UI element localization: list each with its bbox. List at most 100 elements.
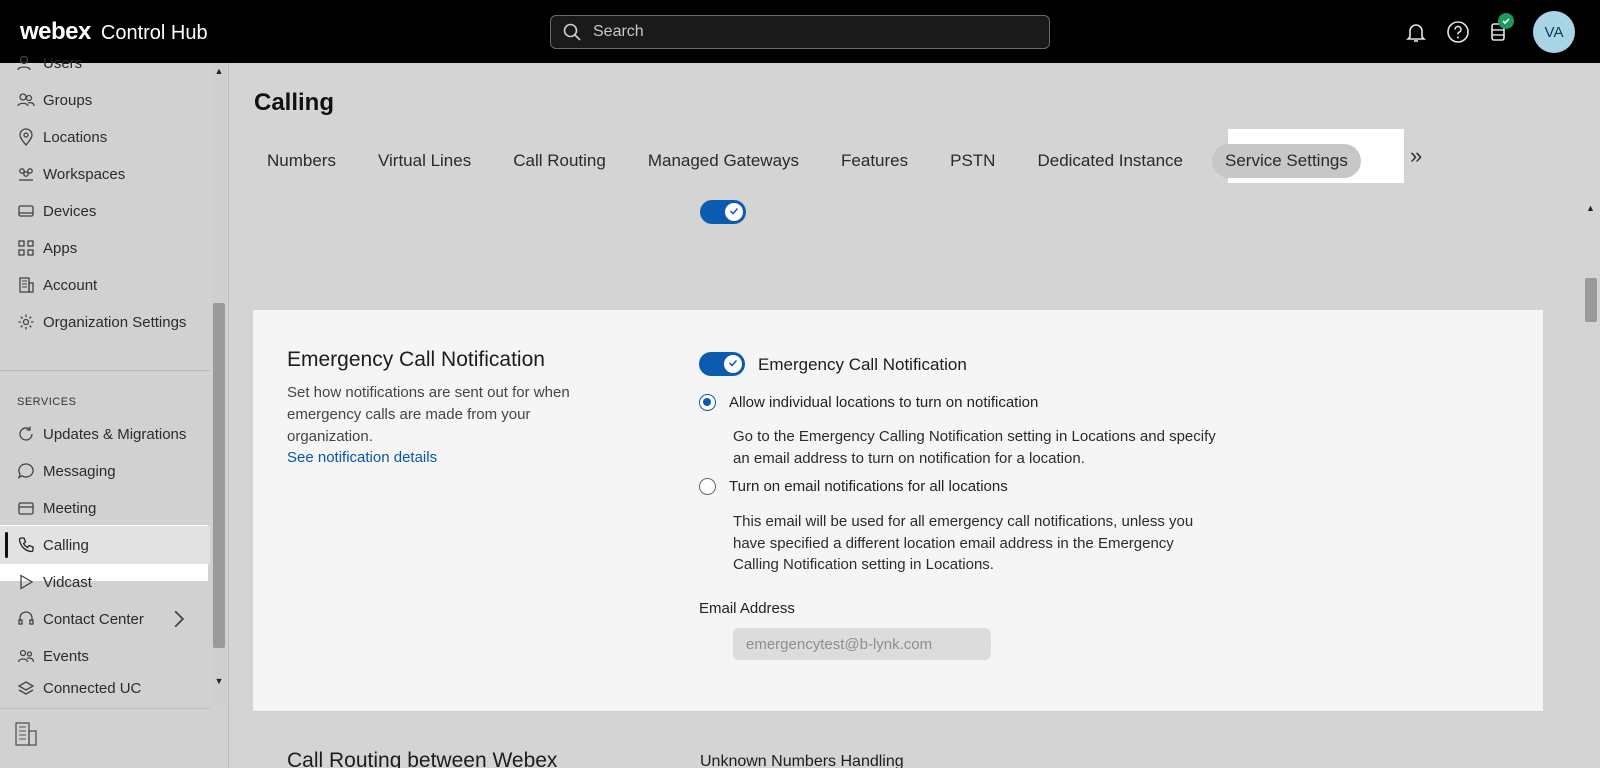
sidebar-item-contact-center[interactable]: Contact Center (0, 600, 210, 638)
search-icon (563, 23, 581, 41)
sidebar-item-workspaces[interactable]: Workspaces (0, 155, 210, 193)
sidebar-item-label: Workspaces (43, 165, 126, 183)
sidebar-item-label: Apps (43, 239, 78, 257)
emergency-notification-toggle[interactable] (699, 352, 745, 376)
radio-label: Turn on email notifications for all loca… (729, 478, 1008, 495)
sidebar-item-label: Connected UC (43, 680, 142, 697)
connected-icon (17, 681, 35, 695)
tab-service-settings[interactable]: Service Settings (1212, 144, 1361, 178)
sidebar-item-label: Meeting (43, 499, 97, 517)
sidebar-item-label: Messaging (43, 462, 116, 480)
building-icon[interactable] (14, 721, 38, 747)
user-avatar[interactable]: VA (1533, 11, 1575, 53)
tab-call-routing[interactable]: Call Routing (500, 144, 619, 178)
toggle-label: Emergency Call Notification (758, 355, 967, 374)
sidebar-item-label: Vidcast (43, 573, 92, 591)
scroll-up-icon[interactable]: ▲ (1586, 203, 1595, 213)
gear-icon (18, 314, 34, 330)
radio-option-all-locations[interactable]: Turn on email notifications for all loca… (699, 478, 1008, 495)
see-notification-details-link[interactable]: See notification details (287, 449, 437, 466)
apps-icon (18, 240, 34, 256)
sidebar-item-groups[interactable]: Groups (0, 81, 210, 119)
sidebar-item-vidcast[interactable]: Vidcast (0, 563, 210, 601)
sidebar-divider (0, 370, 210, 371)
brand-logo[interactable]: webex Control Hub (20, 18, 208, 46)
sidebar-item-connected-uc[interactable]: Connected UC (0, 674, 210, 698)
sidebar: Users Groups Locations Workspaces Device… (0, 55, 229, 768)
next-section-title: Call Routing between Webex (287, 749, 558, 768)
user-icon (17, 55, 31, 71)
sidebar-scrollbar-thumb[interactable] (213, 303, 225, 648)
check-icon (728, 359, 738, 367)
group-icon (17, 93, 35, 107)
sidebar-item-calling[interactable]: Calling (0, 526, 210, 564)
tab-numbers[interactable]: Numbers (254, 144, 349, 178)
radio-button[interactable] (699, 478, 716, 495)
scroll-down-icon[interactable]: ▼ (214, 676, 224, 686)
tab-dedicated-instance[interactable]: Dedicated Instance (1024, 144, 1196, 178)
section-label-services: SERVICES (17, 396, 77, 408)
refresh-icon (19, 426, 33, 441)
emergency-call-notification-card: Emergency Call Notification Set how noti… (253, 310, 1543, 712)
page-title: Calling (254, 89, 335, 116)
sidebar-item-label: Devices (43, 202, 97, 220)
sidebar-item-organization-settings[interactable]: Organization Settings (0, 303, 210, 341)
radio-option-individual-locations[interactable]: Allow individual locations to turn on no… (699, 394, 1038, 411)
sidebar-footer (0, 708, 210, 768)
email-address-input[interactable] (733, 628, 991, 660)
sidebar-item-messaging[interactable]: Messaging (0, 452, 210, 490)
option-help-text: This email will be used for all emergenc… (733, 513, 1194, 573)
next-section-label: Unknown Numbers Handling (700, 753, 904, 768)
sidebar-item-devices[interactable]: Devices (0, 192, 210, 230)
location-icon (19, 128, 33, 146)
sidebar-item-events[interactable]: Events (0, 637, 210, 675)
help-icon[interactable] (1446, 20, 1470, 44)
sidebar-item-label: Events (43, 647, 89, 665)
section-title: Emergency Call Notification (287, 348, 545, 371)
headset-icon (18, 611, 34, 625)
check-badge-icon (1498, 13, 1514, 29)
search-box[interactable] (550, 15, 1050, 49)
main-content: Calling Numbers Virtual Lines Call Routi… (230, 63, 1600, 768)
bell-icon[interactable] (1404, 20, 1428, 44)
tab-pstn[interactable]: PSTN (937, 144, 1008, 178)
sidebar-item-label: Updates & Migrations (43, 425, 187, 443)
phone-icon (18, 537, 34, 553)
device-icon (18, 205, 34, 217)
tab-features[interactable]: Features (828, 144, 921, 178)
main-scrollbar-thumb[interactable] (1585, 278, 1597, 322)
product-name: Control Hub (100, 22, 208, 44)
previous-setting-toggle[interactable] (700, 200, 746, 224)
search-input[interactable] (593, 23, 1013, 41)
sidebar-item-meeting[interactable]: Meeting (0, 489, 210, 527)
account-icon (19, 277, 34, 293)
more-tabs-icon[interactable]: » (1410, 143, 1422, 169)
sidebar-item-label: Locations (43, 128, 108, 146)
radio-label: Allow individual locations to turn on no… (729, 394, 1039, 411)
sidebar-item-label: Account (43, 276, 98, 294)
tab-virtual-lines[interactable]: Virtual Lines (365, 144, 484, 178)
sidebar-item-account[interactable]: Account (0, 266, 210, 304)
check-icon (729, 207, 739, 215)
tab-managed-gateways[interactable]: Managed Gateways (635, 144, 812, 178)
sidebar-item-apps[interactable]: Apps (0, 229, 210, 267)
chevron-right-icon (174, 610, 185, 628)
brand-name: webex (20, 18, 91, 45)
play-icon (20, 574, 34, 590)
sidebar-item-users[interactable]: Users (0, 44, 210, 82)
sidebar-item-label: Groups (43, 91, 93, 109)
email-address-label: Email Address (699, 600, 795, 617)
sidebar-item-updates-migrations[interactable]: Updates & Migrations (0, 415, 210, 453)
radio-button[interactable] (699, 394, 716, 411)
section-description: Set how notifications are sent out for w… (287, 384, 570, 445)
sidebar-item-locations[interactable]: Locations (0, 118, 210, 156)
tab-bar: Numbers Virtual Lines Call Routing Manag… (254, 141, 1377, 181)
meeting-icon (18, 502, 34, 515)
sidebar-item-label: Organization Settings (43, 313, 187, 331)
workspace-icon (19, 168, 33, 181)
scroll-up-icon[interactable]: ▲ (214, 66, 224, 76)
chat-icon (17, 463, 34, 479)
option-help-text: Go to the Emergency Calling Notification… (733, 428, 1216, 467)
events-icon (17, 649, 35, 663)
sidebar-item-label: Contact Center (43, 610, 144, 628)
